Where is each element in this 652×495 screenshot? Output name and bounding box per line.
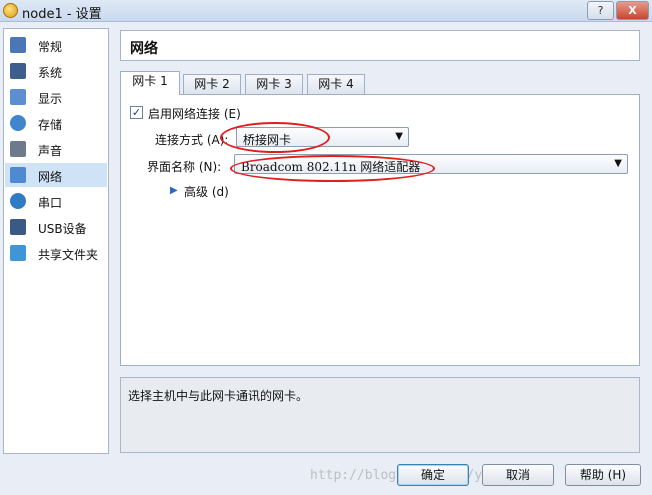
audio-icon: [10, 141, 26, 157]
sidebar-item-label: 共享文件夹: [38, 248, 99, 262]
tab-adapter-1[interactable]: 网卡 1: [120, 71, 180, 95]
usb-icon: [10, 219, 26, 235]
sidebar-item-usb[interactable]: USB设备: [5, 215, 107, 239]
settings-sidebar: 常规 系统 显示 存储 声音 网络 串口 USB设备 共享文件夹: [3, 28, 109, 454]
expand-arrow-icon[interactable]: ▶: [170, 185, 178, 196]
sidebar-item-system[interactable]: 系统: [5, 59, 107, 83]
tab-adapter-3[interactable]: 网卡 3: [245, 74, 303, 94]
sidebar-item-audio[interactable]: 声音: [5, 137, 107, 161]
display-icon: [10, 89, 26, 105]
sidebar-item-label: 串口: [38, 196, 63, 210]
description-box: 选择主机中与此网卡通讯的网卡。: [120, 377, 640, 453]
general-icon: [10, 37, 26, 53]
interface-name-label: 界面名称 (N):: [147, 160, 222, 174]
ok-button[interactable]: 确定: [397, 464, 469, 486]
enable-network-checkbox[interactable]: ✓: [130, 106, 143, 119]
storage-icon: [10, 115, 26, 131]
sidebar-item-label: 常规: [38, 40, 63, 54]
sidebar-item-storage[interactable]: 存储: [5, 111, 107, 135]
shared-folder-icon: [10, 245, 26, 261]
system-icon: [10, 63, 26, 79]
sidebar-item-label: 显示: [38, 92, 63, 106]
advanced-toggle[interactable]: 高级 (d): [184, 183, 229, 200]
description-text: 选择主机中与此网卡通讯的网卡。: [128, 389, 309, 403]
page-title: 网络: [130, 41, 158, 57]
help-button[interactable]: 帮助 (H): [565, 464, 641, 486]
sidebar-item-serial-port[interactable]: 串口: [5, 189, 107, 213]
sidebar-item-shared-folders[interactable]: 共享文件夹: [5, 241, 107, 265]
cancel-button[interactable]: 取消: [482, 464, 554, 486]
virtualbox-settings-icon: [3, 3, 18, 18]
chevron-down-icon: ▼: [395, 131, 403, 142]
attached-to-label: 连接方式 (A):: [155, 133, 229, 147]
window-title: node1 - 设置: [22, 7, 102, 22]
title-bar: node1 - 设置 ? X: [0, 0, 652, 22]
sidebar-item-label: 声音: [38, 144, 63, 158]
tab-adapter-2[interactable]: 网卡 2: [183, 74, 241, 94]
tab-adapter-4[interactable]: 网卡 4: [307, 74, 365, 94]
sidebar-item-label: USB设备: [38, 222, 87, 236]
close-button[interactable]: X: [616, 1, 649, 20]
enable-network-label: 启用网络连接 (E): [148, 107, 241, 121]
help-title-button[interactable]: ?: [587, 1, 614, 20]
red-annotation-circle: [230, 155, 435, 182]
red-annotation-circle: [220, 122, 330, 153]
sidebar-item-display[interactable]: 显示: [5, 85, 107, 109]
page-heading-box: 网络: [120, 30, 640, 61]
network-icon: [10, 167, 26, 183]
sidebar-item-general[interactable]: 常规: [5, 33, 107, 57]
sidebar-item-label: 存储: [38, 118, 63, 132]
sidebar-item-label: 系统: [38, 66, 63, 80]
serial-port-icon: [10, 193, 26, 209]
chevron-down-icon: ▼: [614, 158, 622, 169]
sidebar-item-label: 网络: [38, 170, 63, 184]
sidebar-item-network[interactable]: 网络: [5, 163, 107, 187]
